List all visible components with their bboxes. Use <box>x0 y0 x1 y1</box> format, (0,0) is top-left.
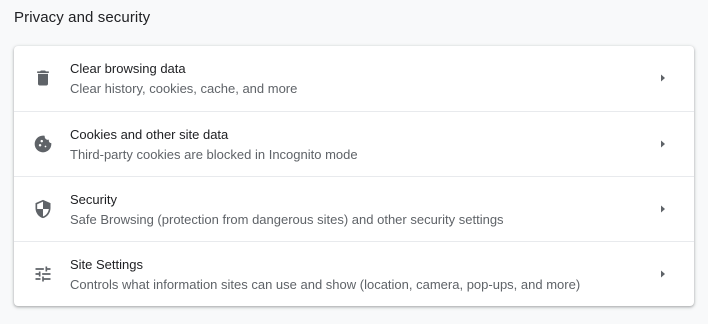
arrow-right-icon[interactable] <box>658 73 668 83</box>
shield-icon <box>33 199 53 219</box>
section-title: Privacy and security <box>14 9 151 26</box>
row-title: Clear browsing data <box>70 61 186 76</box>
trash-icon <box>33 68 53 88</box>
site-settings-row[interactable]: Site Settings Controls what information … <box>14 241 694 306</box>
row-subtitle: Third-party cookies are blocked in Incog… <box>70 147 358 162</box>
row-subtitle: Clear history, cookies, cache, and more <box>70 81 298 96</box>
cookies-row[interactable]: Cookies and other site data Third-party … <box>14 111 694 176</box>
security-row[interactable]: Security Safe Browsing (protection from … <box>14 176 694 241</box>
row-subtitle: Safe Browsing (protection from dangerous… <box>70 212 504 227</box>
row-title: Security <box>70 192 117 207</box>
arrow-right-icon[interactable] <box>658 269 668 279</box>
row-subtitle: Controls what information sites can use … <box>70 277 581 292</box>
row-title: Site Settings <box>70 257 143 272</box>
tune-icon <box>33 264 53 284</box>
row-title: Cookies and other site data <box>70 127 229 142</box>
arrow-right-icon[interactable] <box>658 139 668 149</box>
clear-browsing-data-row[interactable]: Clear browsing data Clear history, cooki… <box>14 46 694 111</box>
arrow-right-icon[interactable] <box>658 204 668 214</box>
privacy-security-card: Clear browsing data Clear history, cooki… <box>14 46 694 306</box>
cookie-icon <box>33 134 53 154</box>
